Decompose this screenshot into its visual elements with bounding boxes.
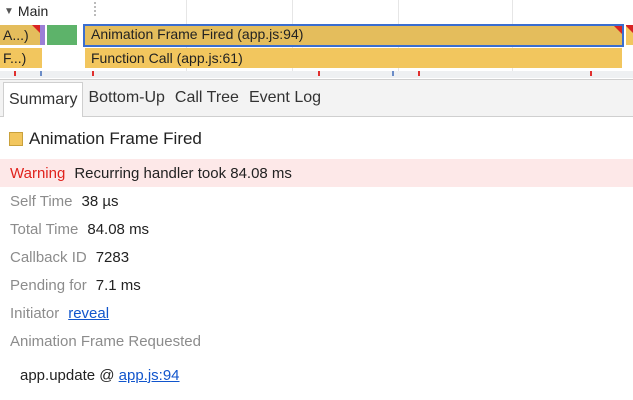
summary-pane: Animation Frame Fired Warning Recurring … [0, 117, 633, 400]
event-title-text: Animation Frame Fired [29, 129, 202, 148]
stack-frame-function: app.update @ [20, 367, 115, 384]
red-tick [418, 71, 420, 76]
collapse-triangle-icon[interactable]: ▼ [4, 6, 14, 17]
main-track-header[interactable]: ▼ Main [4, 2, 48, 20]
callback-id-value: 7283 [95, 248, 130, 266]
initiator-label: Initiator [10, 304, 60, 322]
flame-bar-animation-frame-fired[interactable]: Animation Frame Fired (app.js:94) [83, 24, 624, 47]
blue-tick [392, 71, 394, 76]
tab-bottom-up[interactable]: Bottom-Up [83, 80, 169, 116]
requested-heading: Animation Frame Requested [10, 332, 201, 350]
pending-for-label: Pending for [10, 276, 87, 294]
flame-bar-label: A...) [3, 27, 29, 43]
warning-corner-icon [32, 25, 40, 33]
stack-frame-source-link[interactable]: app.js:94 [119, 367, 180, 384]
warning-corner-icon [614, 26, 622, 34]
flame-bar-green[interactable] [47, 25, 77, 45]
flame-bar-function-call[interactable]: Function Call (app.js:61) [85, 48, 622, 68]
flame-bar-label: F...) [3, 50, 27, 66]
frame-divider [94, 2, 96, 18]
warning-row: Warning Recurring handler took 84.08 ms [0, 159, 633, 187]
red-tick [92, 71, 94, 76]
blue-tick [40, 71, 42, 76]
event-title: Animation Frame Fired [9, 129, 202, 149]
self-time-label: Self Time [10, 192, 73, 210]
requested-heading-row: Animation Frame Requested [0, 327, 633, 355]
tab-event-log[interactable]: Event Log [244, 80, 326, 116]
flame-bottom-track[interactable] [0, 71, 633, 78]
tab-summary[interactable]: Summary [3, 82, 84, 117]
tab-call-tree[interactable]: Call Tree [170, 80, 244, 116]
total-time-row: Total Time 84.08 ms [0, 215, 633, 243]
flame-bar-label: Animation Frame Fired (app.js:94) [91, 26, 304, 42]
initiator-reveal-link[interactable]: reveal [68, 305, 109, 322]
pending-for-row: Pending for 7.1 ms [0, 271, 633, 299]
stack-frame: app.update @ app.js:94 [20, 367, 180, 384]
total-time-value: 84.08 ms [87, 220, 150, 238]
callback-id-label: Callback ID [10, 248, 87, 266]
initiator-row: Initiator reveal [0, 299, 633, 327]
main-track-label: Main [17, 3, 49, 19]
flame-chart[interactable]: ▼ Main A...) F...) Animation Frame Fired… [0, 0, 633, 78]
category-color-swatch [9, 132, 23, 146]
flame-bar-edge[interactable] [626, 25, 633, 45]
flame-bar-label: Function Call (app.js:61) [91, 50, 243, 66]
details-tab-bar: Summary Bottom-Up Call Tree Event Log [0, 79, 633, 117]
self-time-value: 38 µs [81, 192, 119, 210]
flame-bar-function-short[interactable]: F...) [0, 48, 42, 68]
flame-bar-purple[interactable] [40, 25, 45, 45]
self-time-row: Self Time 38 µs [0, 187, 633, 215]
total-time-label: Total Time [10, 220, 79, 238]
pending-for-value: 7.1 ms [95, 276, 141, 294]
warning-value: Recurring handler took 84.08 ms [74, 164, 292, 182]
red-tick [318, 71, 320, 76]
flame-bar-animation-short[interactable]: A...) [0, 25, 40, 45]
warning-label: Warning [10, 164, 66, 182]
red-tick [590, 71, 592, 76]
red-tick [14, 71, 16, 76]
warning-corner-icon [626, 25, 633, 33]
callback-id-row: Callback ID 7283 [0, 243, 633, 271]
